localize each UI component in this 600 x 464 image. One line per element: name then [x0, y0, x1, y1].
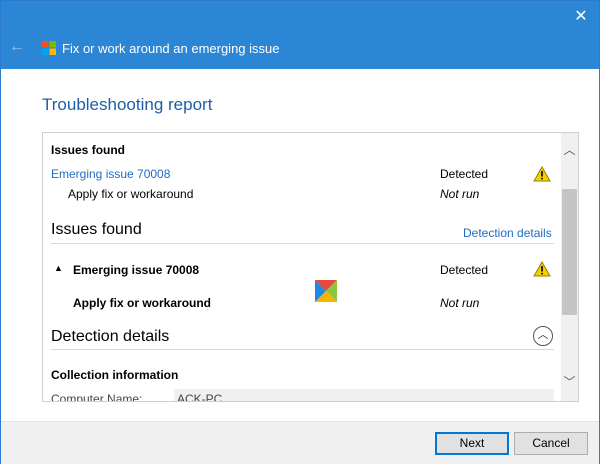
scroll-up-button[interactable]: ︿ — [561, 143, 578, 157]
summary-fix-name: Apply fix or workaround — [68, 187, 194, 201]
detection-details-link[interactable]: Detection details — [463, 226, 552, 240]
issue-status: Detected — [440, 263, 489, 277]
issues-found-title: Issues found — [51, 221, 142, 238]
warning-icon — [533, 166, 551, 182]
report-panel: Issues found Emerging issue 70008 Detect… — [42, 132, 579, 402]
report-content: Issues found Emerging issue 70008 Detect… — [43, 133, 561, 401]
troubleshooter-logo-icon — [315, 280, 337, 302]
collapse-button[interactable]: ︿ — [533, 326, 553, 346]
next-button[interactable]: Next — [435, 432, 509, 455]
computer-name-label: Computer Name: — [51, 392, 143, 401]
fix-status: Not run — [440, 296, 480, 310]
divider — [51, 349, 554, 350]
window-title: Fix or work around an emerging issue — [62, 41, 280, 56]
close-icon: ✕ — [574, 8, 588, 25]
back-arrow-icon: ← — [9, 38, 25, 55]
fix-name: Apply fix or workaround — [73, 296, 212, 310]
page-title: Troubleshooting report — [42, 95, 213, 114]
troubleshooter-icon — [42, 41, 56, 55]
divider — [51, 243, 554, 244]
troubleshooter-window: ✕ ← Fix or work around an emerging issue… — [0, 0, 600, 464]
warning-icon — [533, 261, 551, 277]
scroll-down-button[interactable]: ﹀ — [561, 375, 578, 389]
chevron-down-icon: ﹀ — [563, 375, 576, 389]
summary-fix-status: Not run — [440, 187, 480, 201]
chevron-up-icon: ︿ — [537, 329, 549, 341]
summary-section-title: Issues found — [51, 143, 126, 157]
title-bar: ✕ ← Fix or work around an emerging issue — [1, 1, 599, 69]
scroll-thumb[interactable] — [562, 189, 577, 315]
expand-arrow-icon[interactable]: ▲ — [54, 263, 63, 273]
summary-issue-status: Detected — [440, 167, 489, 181]
detection-details-title: Detection details — [51, 328, 170, 345]
back-button[interactable]: ← — [9, 39, 25, 55]
computer-name-value: ACK-PC — [177, 392, 223, 401]
computer-name-row-bg — [174, 389, 554, 401]
chevron-up-icon: ︿ — [563, 143, 576, 157]
summary-issue-link[interactable]: Emerging issue 70008 — [51, 167, 170, 181]
vertical-scrollbar[interactable]: ︿ ﹀ — [561, 133, 578, 401]
cancel-button[interactable]: Cancel — [514, 432, 588, 455]
collection-info-title: Collection information — [51, 368, 179, 382]
footer-bar: Next Cancel — [1, 421, 599, 464]
close-button[interactable]: ✕ — [573, 9, 589, 25]
issue-name[interactable]: Emerging issue 70008 — [73, 263, 199, 277]
